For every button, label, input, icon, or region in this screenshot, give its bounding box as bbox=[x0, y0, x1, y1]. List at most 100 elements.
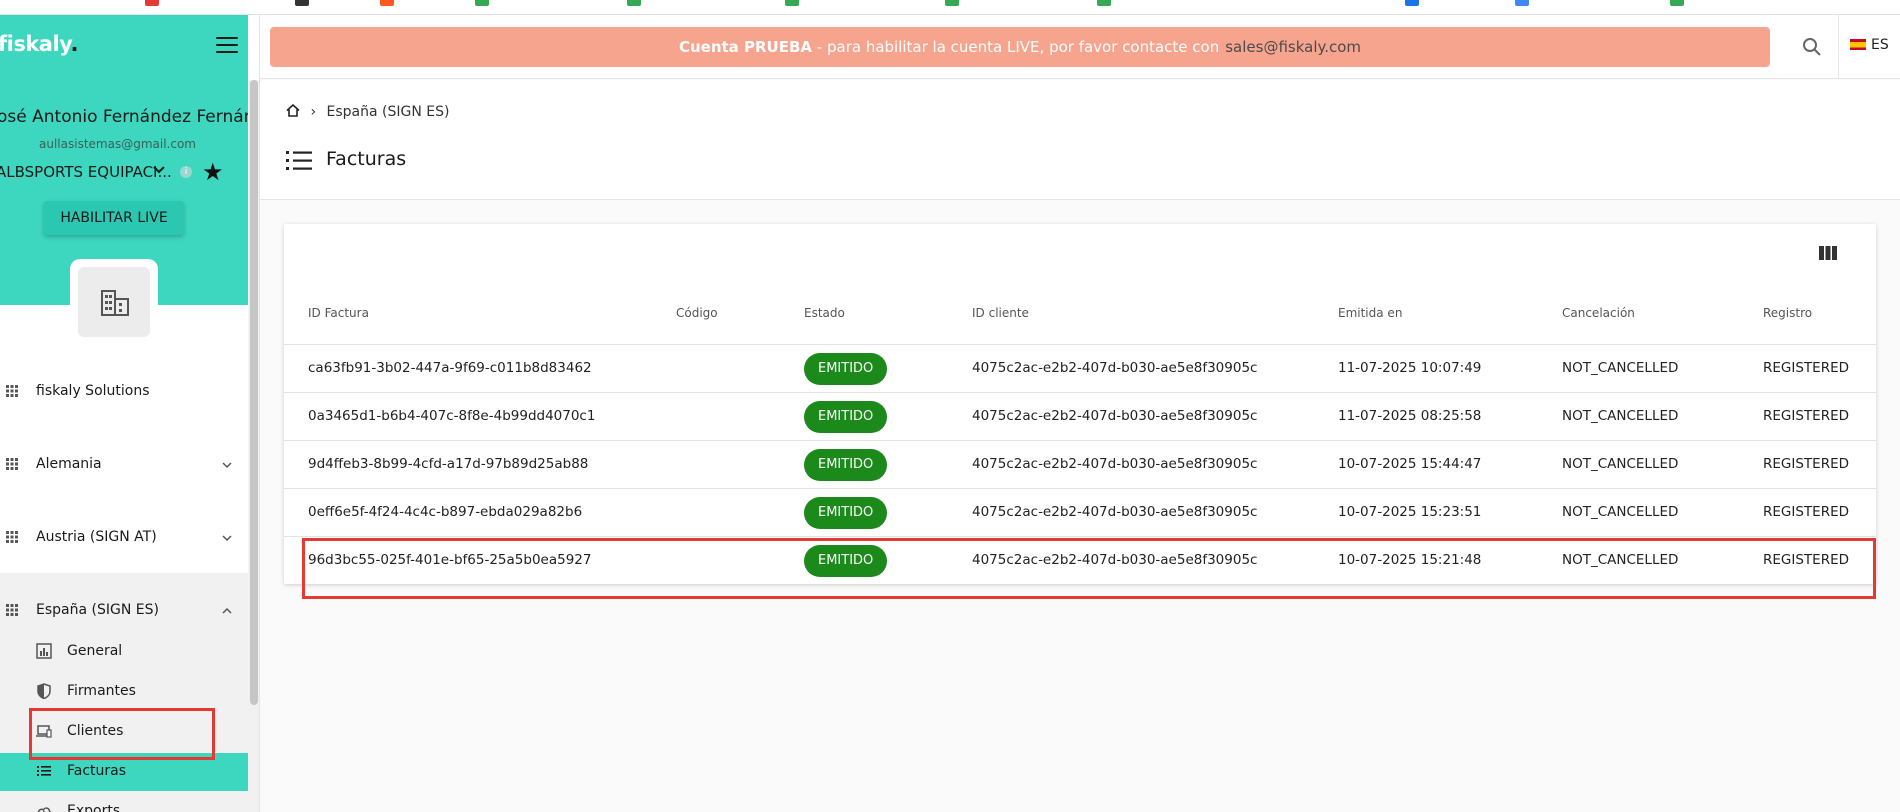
chart-icon bbox=[36, 643, 52, 659]
cell-emitida: 10-07-2025 15:23:51 bbox=[1338, 504, 1482, 520]
list-icon bbox=[286, 151, 312, 170]
highlight-box-sidebar bbox=[29, 708, 215, 760]
menu-toggle-icon[interactable] bbox=[216, 37, 238, 55]
bookmark-icon[interactable] bbox=[785, 0, 799, 6]
sidebar-item-fiskaly-solutions[interactable]: fiskaly Solutions bbox=[0, 372, 248, 412]
status-badge: EMITIDO bbox=[804, 497, 888, 529]
sidebar-section-espana: España (SIGN ES) General Firmantes Clien… bbox=[0, 573, 248, 812]
cell-emitida: 10-07-2025 15:44:47 bbox=[1338, 456, 1482, 472]
cell-cancelacion: NOT_CANCELLED bbox=[1562, 408, 1679, 424]
chevron-down-icon[interactable] bbox=[152, 163, 166, 177]
org-name: ALBSPORTS EQUIPACI... bbox=[0, 163, 172, 181]
home-icon[interactable] bbox=[286, 103, 300, 117]
bookmark-icon[interactable] bbox=[945, 0, 959, 6]
page-title: Facturas bbox=[326, 148, 407, 170]
building-icon bbox=[101, 290, 129, 316]
apps-icon bbox=[6, 458, 18, 470]
cell-cliente: 4075c2ac-e2b2-407d-b030-ae5e8f30905c bbox=[972, 408, 1258, 424]
columns-icon[interactable] bbox=[1819, 246, 1837, 260]
star-icon[interactable]: ★ bbox=[202, 158, 224, 186]
column-header-id[interactable]: ID Factura bbox=[308, 306, 369, 320]
trial-banner: Cuenta PRUEBA - para habilitar la cuenta… bbox=[270, 27, 1770, 67]
breadcrumb-separator-icon: › bbox=[310, 104, 317, 120]
sidebar-subitem-general[interactable]: General bbox=[0, 633, 248, 671]
chevron-up-icon bbox=[222, 607, 232, 614]
apps-icon bbox=[6, 385, 18, 397]
org-avatar bbox=[70, 259, 158, 345]
column-header-registro[interactable]: Registro bbox=[1763, 306, 1812, 320]
sidebar-subitem-label: Exports bbox=[67, 803, 121, 812]
breadcrumb: › España (SIGN ES) bbox=[286, 103, 450, 120]
sidebar-subitem-label: Facturas bbox=[67, 763, 127, 779]
search-icon bbox=[1803, 38, 1821, 56]
page-header: › España (SIGN ES) Facturas bbox=[260, 80, 1900, 200]
sidebar-scrollbar-thumb[interactable] bbox=[250, 80, 258, 705]
cell-registro: REGISTERED bbox=[1763, 456, 1850, 472]
fiskaly-logo[interactable]: fiskaly. bbox=[0, 32, 78, 56]
cell-emitida: 11-07-2025 10:07:49 bbox=[1338, 360, 1482, 376]
table-row[interactable]: 0a3465d1-b6b4-407c-8f8e-4b99dd4070c1 EMI… bbox=[284, 392, 1876, 440]
sidebar-item-alemania[interactable]: Alemania bbox=[0, 445, 248, 485]
banner-email-link[interactable]: sales@fiskaly.com bbox=[1225, 38, 1361, 56]
org-selector[interactable]: ALBSPORTS EQUIPACI... i ★ bbox=[0, 158, 244, 186]
column-header-cliente[interactable]: ID cliente bbox=[972, 306, 1029, 320]
highlight-box-row bbox=[302, 538, 1876, 599]
language-selector[interactable]: ES bbox=[1850, 37, 1889, 57]
sidebar-item-label: fiskaly Solutions bbox=[36, 383, 150, 399]
bookmark-icon[interactable] bbox=[145, 0, 159, 6]
apps-icon bbox=[6, 604, 18, 616]
apps-icon bbox=[6, 531, 18, 543]
sidebar-item-austria[interactable]: Austria (SIGN AT) bbox=[0, 518, 248, 558]
status-badge: EMITIDO bbox=[804, 449, 888, 481]
status-badge: EMITIDO bbox=[804, 401, 888, 433]
cell-cancelacion: NOT_CANCELLED bbox=[1562, 456, 1679, 472]
column-header-codigo[interactable]: Código bbox=[676, 306, 718, 320]
banner-bold-text: Cuenta PRUEBA bbox=[678, 38, 813, 56]
search-button[interactable] bbox=[1794, 31, 1830, 63]
sidebar-item-espana[interactable]: España (SIGN ES) bbox=[0, 591, 248, 631]
cell-registro: REGISTERED bbox=[1763, 504, 1850, 520]
bookmark-icon[interactable] bbox=[475, 0, 489, 6]
table-row[interactable]: ca63fb91-3b02-447a-9f69-c011b8d83462 EMI… bbox=[284, 344, 1876, 392]
cell-cancelacion: NOT_CANCELLED bbox=[1562, 360, 1679, 376]
cloud-icon bbox=[37, 807, 52, 812]
bookmark-icon[interactable] bbox=[380, 0, 394, 6]
info-icon[interactable]: i bbox=[180, 166, 192, 178]
cell-cliente: 4075c2ac-e2b2-407d-b030-ae5e8f30905c bbox=[972, 456, 1258, 472]
column-header-emitida[interactable]: Emitida en bbox=[1338, 306, 1402, 320]
cell-cancelacion: NOT_CANCELLED bbox=[1562, 504, 1679, 520]
bookmark-icon[interactable] bbox=[1515, 0, 1529, 6]
column-header-cancelacion[interactable]: Cancelación bbox=[1562, 306, 1635, 320]
chevron-down-icon bbox=[222, 462, 232, 469]
cell-id: 0a3465d1-b6b4-407c-8f8e-4b99dd4070c1 bbox=[308, 408, 596, 424]
enable-live-button[interactable]: HABILITAR LIVE bbox=[44, 201, 184, 235]
invoices-table-card: ID Factura Código Estado ID cliente Emit… bbox=[284, 224, 1876, 584]
bookmark-icon[interactable] bbox=[1097, 0, 1111, 6]
bookmark-icon[interactable] bbox=[1670, 0, 1684, 6]
list-icon bbox=[37, 766, 51, 776]
bookmark-icon[interactable] bbox=[1405, 0, 1419, 6]
table-row[interactable]: 0eff6e5f-4f24-4c4c-b897-ebda029a82b6 EMI… bbox=[284, 488, 1876, 536]
status-badge: EMITIDO bbox=[804, 353, 888, 385]
column-header-estado[interactable]: Estado bbox=[804, 306, 845, 320]
cell-id: 9d4ffeb3-8b99-4cfd-a17d-97b89d25ab88 bbox=[308, 456, 589, 472]
sidebar-item-label: Austria (SIGN AT) bbox=[36, 529, 157, 545]
cell-registro: REGISTERED bbox=[1763, 360, 1850, 376]
cell-registro: REGISTERED bbox=[1763, 408, 1850, 424]
top-bar: Cuenta PRUEBA - para habilitar la cuenta… bbox=[260, 15, 1900, 79]
breadcrumb-current[interactable]: España (SIGN ES) bbox=[327, 104, 450, 120]
divider bbox=[1838, 15, 1839, 79]
cell-cliente: 4075c2ac-e2b2-407d-b030-ae5e8f30905c bbox=[972, 360, 1258, 376]
bookmark-icon[interactable] bbox=[295, 0, 309, 6]
user-name: José Antonio Fernández Fernández bbox=[0, 107, 259, 127]
cell-id: ca63fb91-3b02-447a-9f69-c011b8d83462 bbox=[308, 360, 592, 376]
cell-emitida: 11-07-2025 08:25:58 bbox=[1338, 408, 1482, 424]
bookmark-icon[interactable] bbox=[627, 0, 641, 6]
table-row[interactable]: 9d4ffeb3-8b99-4cfd-a17d-97b89d25ab88 EMI… bbox=[284, 440, 1876, 488]
chevron-down-icon bbox=[222, 535, 232, 542]
language-code: ES bbox=[1871, 37, 1889, 53]
sidebar-subitem-firmantes[interactable]: Firmantes bbox=[0, 673, 248, 711]
sidebar-subitem-exports[interactable]: Exports bbox=[0, 793, 248, 812]
sidebar-item-label: España (SIGN ES) bbox=[36, 602, 159, 618]
cell-id: 0eff6e5f-4f24-4c4c-b897-ebda029a82b6 bbox=[308, 504, 583, 520]
